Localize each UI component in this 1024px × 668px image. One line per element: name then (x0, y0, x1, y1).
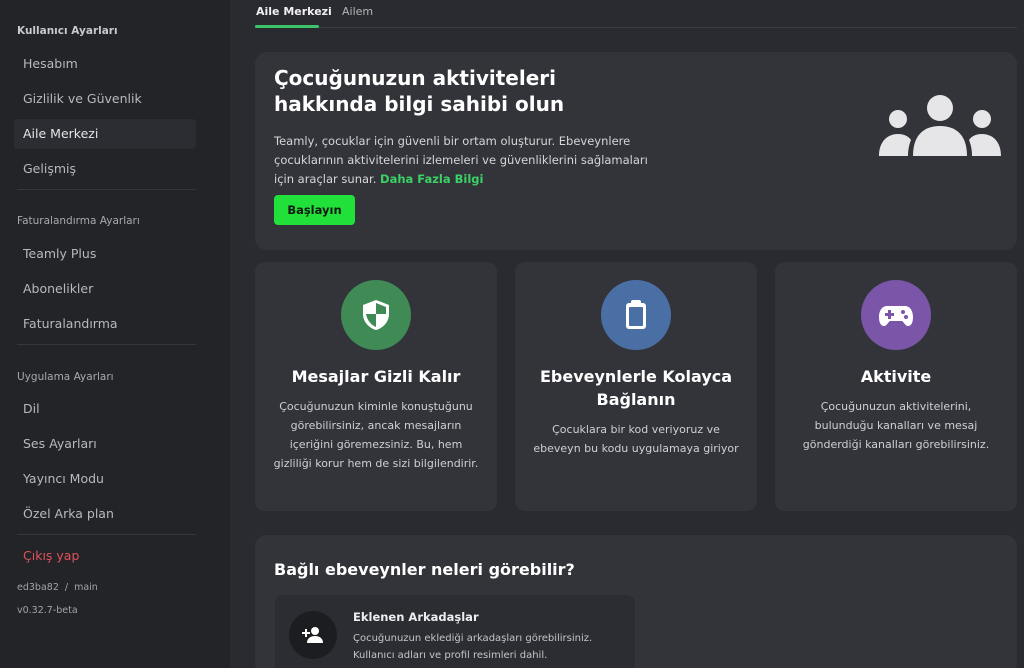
sidebar-section-app-settings: Uygulama Ayarları (17, 371, 114, 383)
visibility-item-title: Eklenen Arkadaşlar (353, 610, 479, 624)
feature-description: Çocuğunuzun aktivitelerini, bulunduğu ka… (802, 400, 990, 451)
visibility-item-added-friends: Eklenen Arkadaşlar Çocuğunuzun eklediği … (275, 595, 635, 668)
sidebar-item-teamly-plus[interactable]: Teamly Plus (14, 239, 196, 269)
sidebar-item-streamer-mode[interactable]: Yayıncı Modu (14, 464, 196, 494)
hero-title: Çocuğunuzun aktiviteleri hakkında bilgi … (274, 66, 565, 116)
logout-button[interactable]: Çıkış yap (14, 541, 196, 571)
app-version: v0.32.7-beta (17, 605, 78, 616)
tabs-baseline (255, 27, 1017, 28)
tab-family-center[interactable]: Aile Merkezi (256, 5, 332, 18)
sidebar-item-family-center[interactable]: Aile Merkezi (14, 119, 196, 149)
tab-my-family[interactable]: Ailem (342, 5, 373, 18)
sidebar-item-sound-settings[interactable]: Ses Ayarları (14, 429, 196, 459)
settings-sidebar: Kullanıcı Ayarları Hesabım Gizlilik ve G… (0, 0, 230, 668)
sidebar-section-billing-settings: Faturalandırma Ayarları (17, 215, 140, 227)
visibility-panel: Bağlı ebeveynler neleri görebilir? Eklen… (255, 535, 1017, 668)
add-friend-icon (289, 611, 337, 659)
gamepad-icon (861, 280, 931, 350)
get-started-button[interactable]: Başlayın (274, 195, 355, 225)
active-tab-indicator (255, 25, 319, 28)
sidebar-divider (17, 344, 196, 345)
sidebar-item-billing[interactable]: Faturalandırma (14, 309, 196, 339)
hero-banner: Çocuğunuzun aktiviteleri hakkında bilgi … (255, 52, 1017, 250)
clipboard-icon (601, 280, 671, 350)
sidebar-item-subscriptions[interactable]: Abonelikler (14, 274, 196, 304)
feature-card-connect-parents: Ebeveynlerle Kolayca Bağlanın Çocuklara … (515, 262, 757, 511)
sidebar-item-privacy-security[interactable]: Gizlilik ve Güvenlik (14, 84, 196, 114)
feature-description: Çocuğunuzun kiminle konuştuğunu görebili… (273, 400, 479, 470)
feature-title: Ebeveynlerle Kolayca Bağlanın (539, 367, 733, 409)
feature-description: Çocuklara bir kod veriyoruz ve ebeveyn b… (533, 423, 739, 455)
build-separator: / (64, 582, 69, 593)
sidebar-divider (17, 534, 196, 535)
sidebar-divider (17, 189, 196, 190)
sidebar-item-advanced[interactable]: Gelişmiş (14, 154, 196, 184)
sidebar-section-user-settings: Kullanıcı Ayarları (17, 25, 118, 37)
learn-more-link[interactable]: Daha Fazla Bilgi (380, 172, 483, 186)
sidebar-item-custom-background[interactable]: Özel Arka plan (14, 499, 196, 529)
build-branch: main (74, 582, 98, 593)
visibility-panel-title: Bağlı ebeveynler neleri görebilir? (274, 560, 575, 579)
build-info: ed3ba82 / main (17, 582, 98, 593)
feature-title: Aktivite (860, 367, 932, 386)
feature-title: Mesajlar Gizli Kalır (291, 367, 461, 386)
feature-card-messages-private: Mesajlar Gizli Kalır Çocuğunuzun kiminle… (255, 262, 497, 511)
hero-description: Teamly, çocuklar için güvenli bir ortam … (274, 132, 654, 189)
feature-card-activity: Aktivite Çocuğunuzun aktivitelerini, bul… (775, 262, 1017, 511)
visibility-item-description: Çocuğunuzun eklediği arkadaşları görebil… (353, 633, 593, 661)
shield-icon (341, 280, 411, 350)
sidebar-item-account[interactable]: Hesabım (14, 49, 196, 79)
build-hash: ed3ba82 (17, 582, 59, 593)
sidebar-item-language[interactable]: Dil (14, 394, 196, 424)
family-group-icon (879, 94, 1001, 158)
